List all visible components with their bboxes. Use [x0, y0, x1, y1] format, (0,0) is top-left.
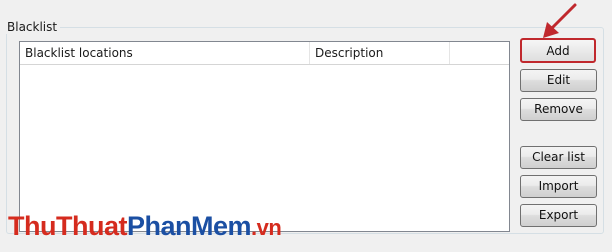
column-header-description[interactable]: Description: [310, 42, 450, 64]
remove-button[interactable]: Remove: [520, 98, 597, 121]
watermark-part1: ThuThuat: [8, 211, 127, 241]
blacklist-list[interactable]: Blacklist locations Description: [19, 41, 510, 232]
export-button[interactable]: Export: [520, 204, 597, 227]
list-header: Blacklist locations Description: [20, 42, 509, 65]
clear-list-button[interactable]: Clear list: [520, 146, 597, 169]
red-arrow-icon: [543, 3, 577, 38]
import-button[interactable]: Import: [520, 175, 597, 198]
column-header-blacklist-locations[interactable]: Blacklist locations: [20, 42, 310, 64]
watermark-part3: .vn: [251, 215, 282, 240]
watermark-logo: ThuThuatPhanMem.vn: [8, 206, 282, 246]
edit-button[interactable]: Edit: [520, 69, 597, 92]
blacklist-group-title: Blacklist: [4, 20, 61, 34]
watermark-part2: PhanMem: [126, 211, 252, 241]
